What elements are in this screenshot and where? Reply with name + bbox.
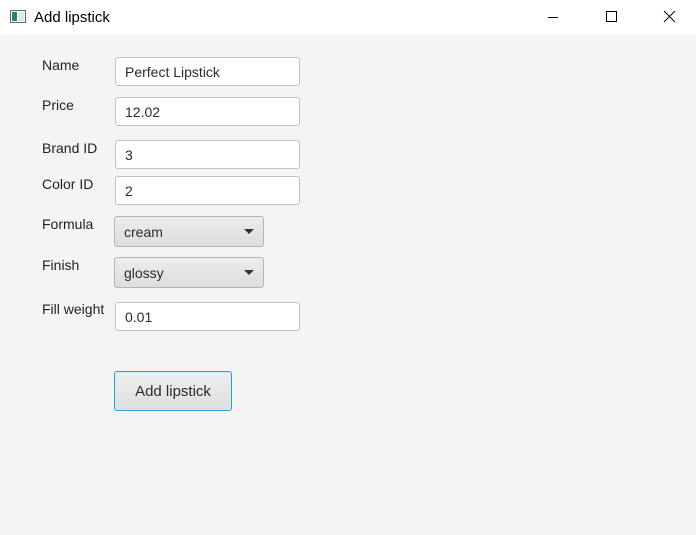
finish-label: Finish [42,257,80,273]
chevron-down-icon [244,229,254,234]
finish-selected-value: glossy [124,265,164,281]
price-label: Price [42,97,74,113]
app-window-icon [10,10,26,23]
add-lipstick-button[interactable]: Add lipstick [114,371,232,411]
price-field[interactable] [115,97,300,126]
chevron-down-icon [244,270,254,275]
fill-weight-label: Fill weight [42,301,105,317]
minimize-button[interactable] [530,0,576,35]
close-button[interactable] [646,0,692,35]
brand-id-label: Brand ID [42,140,98,156]
color-id-field[interactable] [115,176,300,205]
window-title: Add lipstick [34,9,110,26]
brand-id-field[interactable] [115,140,300,169]
name-label: Name [42,57,80,73]
formula-label: Formula [42,216,94,232]
finish-dropdown[interactable]: glossy [114,257,264,288]
maximize-button[interactable] [588,0,634,35]
title-bar: Add lipstick [0,0,696,35]
color-id-label: Color ID [42,176,94,192]
fill-weight-field[interactable] [115,302,300,331]
name-field[interactable] [115,57,300,86]
formula-dropdown[interactable]: cream [114,216,264,247]
formula-selected-value: cream [124,224,163,240]
